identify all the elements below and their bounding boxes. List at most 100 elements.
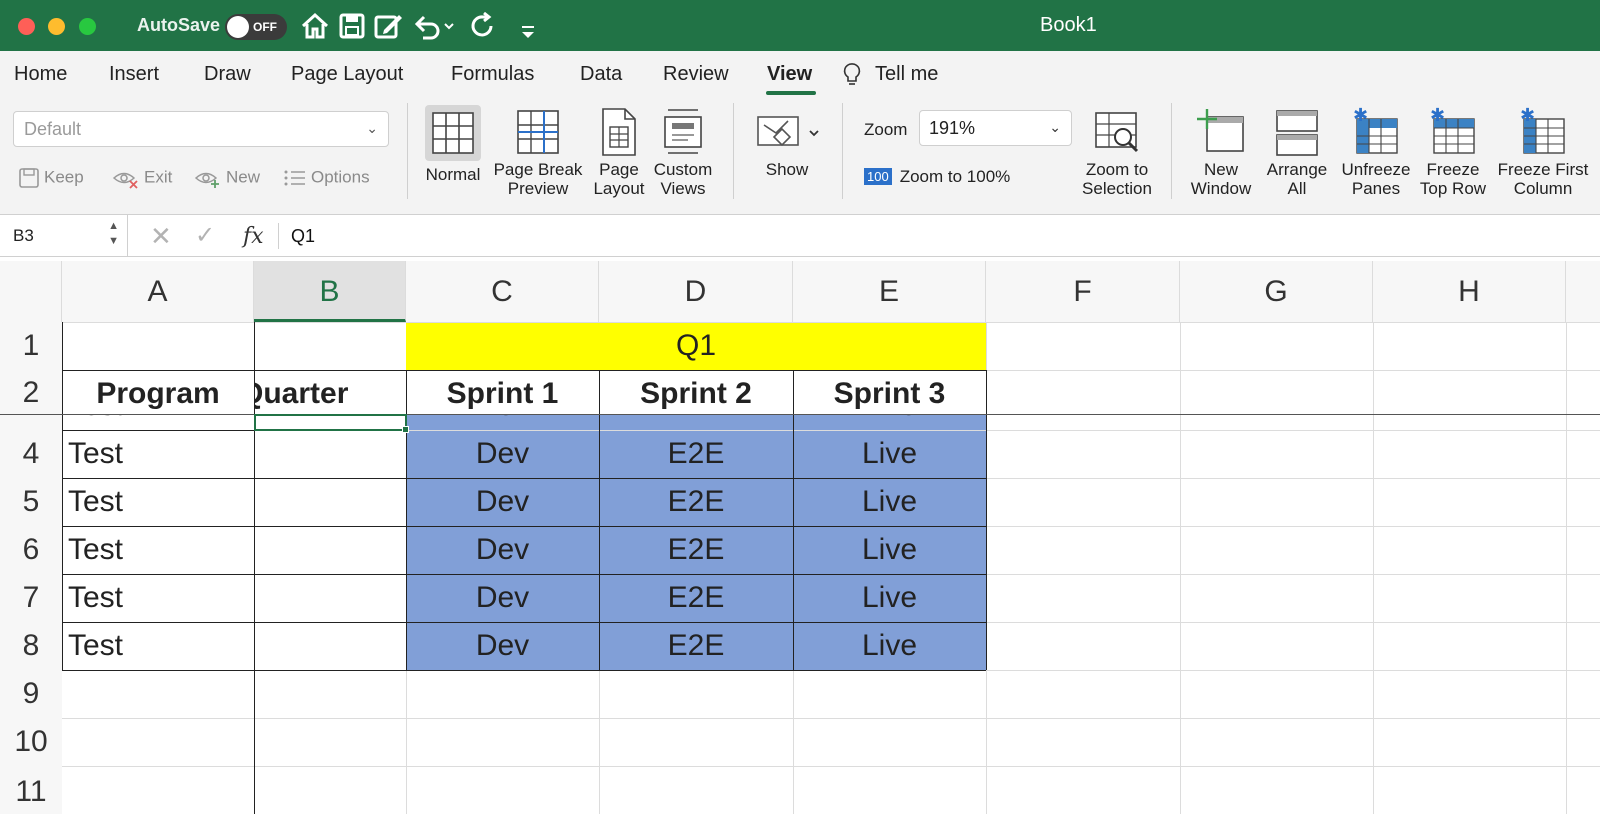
home-icon[interactable] xyxy=(300,12,330,40)
customize-toolbar-icon[interactable] xyxy=(520,18,536,46)
selected-cell-b3[interactable] xyxy=(254,414,407,431)
freeze-first-column-button[interactable]: ✱ Freeze First Column xyxy=(1493,105,1593,198)
row-header-8[interactable]: 8 xyxy=(0,622,62,670)
custom-views-button[interactable]: Custom Views xyxy=(649,105,717,198)
cell-d4[interactable]: E2E xyxy=(599,430,793,478)
confirm-icon[interactable]: ✓ xyxy=(195,221,215,250)
cell-a8[interactable]: Test xyxy=(68,622,254,670)
keep-button[interactable]: Keep xyxy=(18,167,84,189)
cell-a7[interactable]: Test xyxy=(68,574,254,622)
autosave-toggle[interactable]: OFF xyxy=(225,14,287,40)
save-icon[interactable] xyxy=(339,12,365,40)
column-header-a[interactable]: A xyxy=(62,261,254,322)
cell-a5[interactable]: Test xyxy=(68,478,254,526)
header-cell-sprint-2[interactable]: Sprint 2 xyxy=(599,370,793,415)
cell-e8[interactable]: Live xyxy=(793,622,986,670)
zoom-select[interactable]: 191% ⌄ xyxy=(919,110,1072,146)
tab-home[interactable]: Home xyxy=(14,63,67,86)
cancel-icon[interactable]: ✕ xyxy=(150,221,172,252)
zoom-window-button[interactable] xyxy=(79,18,96,35)
column-header-c[interactable]: C xyxy=(406,261,599,322)
column-header-h[interactable]: H xyxy=(1373,261,1566,322)
unfreeze-panes-button[interactable]: ✱ Unfreeze Panes xyxy=(1337,105,1415,198)
row-header-7[interactable]: 7 xyxy=(0,574,62,622)
new-sheet-view-button[interactable]: New xyxy=(194,167,260,189)
cell-d6[interactable]: E2E xyxy=(599,526,793,574)
lightbulb-icon[interactable] xyxy=(842,62,862,88)
edit-icon[interactable] xyxy=(374,12,404,40)
row-header-11[interactable]: 11 xyxy=(0,766,62,814)
active-tab-indicator xyxy=(766,91,816,95)
tab-data[interactable]: Data xyxy=(580,63,622,86)
custom-views-icon xyxy=(664,109,702,154)
arrange-all-button[interactable]: Arrange All xyxy=(1259,105,1335,198)
sheet-view-select[interactable]: Default ⌄ xyxy=(13,111,389,147)
column-header-b[interactable]: B xyxy=(254,261,406,322)
tab-insert[interactable]: Insert xyxy=(109,63,159,86)
cell-e6[interactable]: Live xyxy=(793,526,986,574)
exit-button[interactable]: Exit xyxy=(112,167,172,189)
options-button[interactable]: Options xyxy=(283,167,370,189)
new-window-button[interactable]: New Window xyxy=(1186,105,1256,198)
tab-formulas[interactable]: Formulas xyxy=(451,63,534,86)
redo-icon[interactable] xyxy=(469,12,497,40)
cell-c7[interactable]: Dev xyxy=(406,574,599,622)
cell-c8[interactable]: Dev xyxy=(406,622,599,670)
tab-draw[interactable]: Draw xyxy=(204,63,251,86)
page-break-preview-button[interactable]: Page Break Preview xyxy=(492,105,584,198)
row-header-6[interactable]: 6 xyxy=(0,526,62,574)
undo-icon[interactable] xyxy=(413,12,455,40)
select-all-corner[interactable] xyxy=(0,261,62,322)
formula-input[interactable]: Q1 xyxy=(291,226,315,247)
cell-c5[interactable]: Dev xyxy=(406,478,599,526)
freeze-top-row-button[interactable]: ✱ Freeze Top Row xyxy=(1415,105,1491,198)
cell-a6[interactable]: Test xyxy=(68,526,254,574)
zoom-to-100-button[interactable]: 100 Zoom to 100% xyxy=(864,167,1010,187)
header-cell-sprint-1[interactable]: Sprint 1 xyxy=(406,370,599,415)
row-header-5[interactable]: 5 xyxy=(0,478,62,526)
cell-e7[interactable]: Live xyxy=(793,574,986,622)
fill-handle[interactable] xyxy=(402,426,409,433)
column-header-g[interactable]: G xyxy=(1180,261,1373,322)
insert-function-icon[interactable]: fx xyxy=(243,224,264,249)
merged-cell-q1[interactable]: Q1 xyxy=(406,322,986,370)
arrange-label-2: All xyxy=(1287,179,1307,198)
tab-review[interactable]: Review xyxy=(663,63,729,86)
minimize-window-button[interactable] xyxy=(48,18,65,35)
row-header-9[interactable]: 9 xyxy=(0,670,62,718)
cell-e5[interactable]: Live xyxy=(793,478,986,526)
zoom-to-selection-button[interactable]: Zoom to Selection xyxy=(1073,105,1161,198)
column-header-e[interactable]: E xyxy=(793,261,986,322)
cell-d5[interactable]: E2E xyxy=(599,478,793,526)
row-header-10[interactable]: 10 xyxy=(0,718,62,766)
arrange-all-icon xyxy=(1276,110,1318,156)
tell-me[interactable]: Tell me xyxy=(875,63,938,86)
column-header-f[interactable]: F xyxy=(986,261,1180,322)
tab-view[interactable]: View xyxy=(767,63,812,86)
cell-a3[interactable]: Test xyxy=(68,415,254,429)
cell-d8[interactable]: E2E xyxy=(599,622,793,670)
close-window-button[interactable] xyxy=(18,18,35,35)
column-header-d[interactable]: D xyxy=(599,261,793,322)
row-header-1[interactable]: 1 xyxy=(0,322,62,370)
page-layout-view-button[interactable]: Page Layout xyxy=(589,105,649,198)
cell-a4[interactable]: Test xyxy=(68,430,254,478)
header-cell-program[interactable]: Program xyxy=(62,370,254,415)
name-box-stepper-icon[interactable]: ▲ ▼ xyxy=(108,219,119,249)
cell-d7[interactable]: E2E xyxy=(599,574,793,622)
row-header-4[interactable]: 4 xyxy=(0,430,62,478)
cell-e4[interactable]: Live xyxy=(793,430,986,478)
tab-page-layout[interactable]: Page Layout xyxy=(291,63,403,86)
cell-c4[interactable]: Dev xyxy=(406,430,599,478)
cell-c6[interactable]: Dev xyxy=(406,526,599,574)
name-box[interactable]: B3 ▲ ▼ xyxy=(0,215,128,256)
header-cell-quarter[interactable]: Quarter xyxy=(254,370,406,415)
row-header-3[interactable] xyxy=(0,415,62,430)
row-header-2[interactable]: 2 xyxy=(0,370,62,415)
show-button[interactable]: Show xyxy=(750,105,824,179)
header-cell-sprint-3[interactable]: Sprint 3 xyxy=(793,370,986,415)
normal-view-button[interactable]: Normal xyxy=(422,105,484,184)
cell-e3[interactable]: Live xyxy=(793,415,986,429)
cell-c3[interactable]: Dev xyxy=(406,415,599,429)
cell-d3[interactable]: E2E xyxy=(599,415,793,429)
